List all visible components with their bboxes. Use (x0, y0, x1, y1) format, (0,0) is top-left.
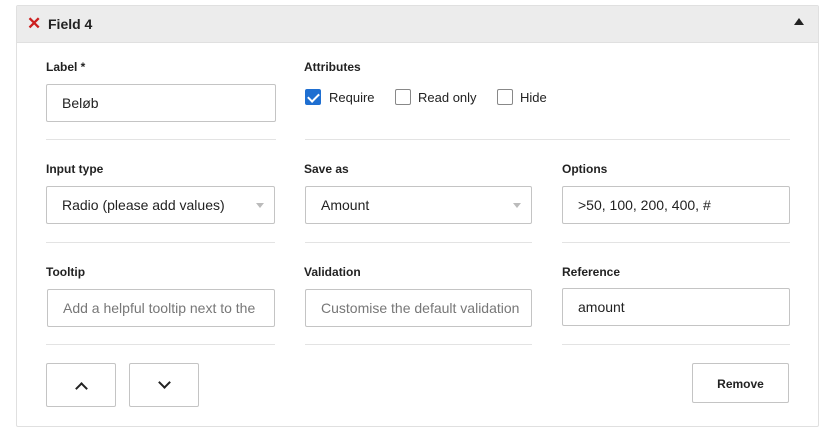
panel-header[interactable]: ✕ Field 4 (17, 6, 818, 43)
input-type-value: Radio (please add values) (62, 197, 225, 213)
remove-button[interactable]: Remove (692, 363, 789, 403)
input-type-label: Input type (46, 162, 104, 176)
read-only-checkbox[interactable] (395, 89, 411, 105)
divider (46, 139, 276, 140)
require-label: Require (329, 90, 375, 105)
caret-down-icon (513, 203, 521, 208)
save-as-value: Amount (321, 197, 370, 213)
attributes-label: Attributes (304, 60, 361, 74)
reference-label: Reference (562, 265, 621, 279)
divider (305, 344, 532, 345)
options-input[interactable]: >50, 100, 200, 400, # (562, 186, 790, 224)
validation-label: Validation (304, 265, 361, 279)
divider (562, 242, 790, 243)
panel-title: Field 4 (48, 16, 93, 32)
move-up-button[interactable] (46, 363, 116, 407)
close-icon[interactable]: ✕ (27, 15, 41, 32)
caret-down-icon (256, 203, 264, 208)
validation-input[interactable]: Customise the default validation (305, 289, 532, 327)
chevron-up-icon (75, 382, 88, 395)
save-as-select[interactable]: Amount (305, 186, 532, 224)
hide-checkbox[interactable] (497, 89, 513, 105)
save-as-label: Save as (304, 162, 349, 176)
divider (305, 242, 532, 243)
label-field-label: Label * (46, 60, 86, 74)
divider (305, 139, 790, 140)
options-label: Options (562, 162, 608, 176)
read-only-label: Read only (418, 90, 477, 105)
move-down-button[interactable] (129, 363, 199, 407)
collapse-icon[interactable] (794, 18, 804, 25)
input-type-select[interactable]: Radio (please add values) (46, 186, 275, 224)
reference-input[interactable]: amount (562, 288, 790, 326)
require-checkbox[interactable] (305, 89, 321, 105)
divider (562, 344, 790, 345)
tooltip-input[interactable]: Add a helpful tooltip next to the (47, 289, 275, 327)
tooltip-label: Tooltip (46, 265, 86, 279)
hide-label: Hide (520, 90, 547, 105)
remove-label: Remove (717, 377, 764, 391)
divider (46, 344, 275, 345)
divider (46, 242, 275, 243)
chevron-down-icon (158, 376, 171, 389)
label-input[interactable]: Beløb (46, 84, 276, 122)
